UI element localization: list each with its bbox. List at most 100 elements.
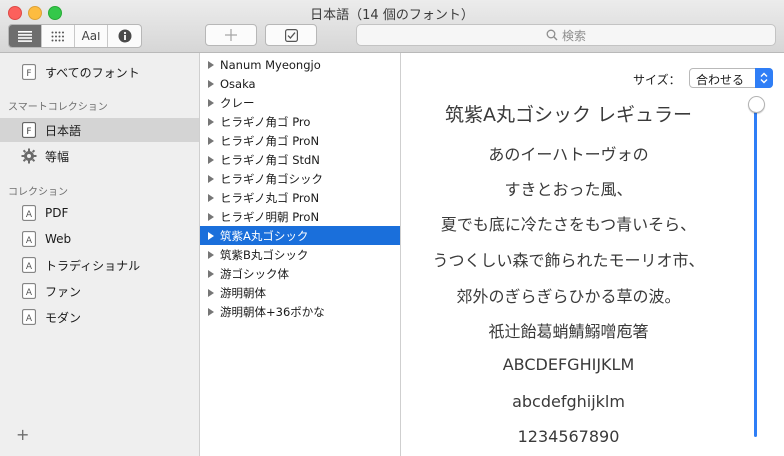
list-view-button[interactable] — [9, 25, 42, 47]
font-row[interactable]: 筑紫B丸ゴシック — [200, 245, 400, 264]
size-label: サイズ： — [633, 73, 681, 87]
preview-line: abcdefghijklm — [512, 392, 625, 411]
font-row-selected[interactable]: 筑紫A丸ゴシック — [200, 226, 400, 245]
disclosure-triangle-icon[interactable] — [208, 60, 214, 69]
sidebar-item-label: 日本語 — [45, 123, 82, 138]
search-field[interactable]: 検索 — [356, 24, 776, 46]
font-row[interactable]: 游明朝体 — [200, 283, 400, 302]
font-row[interactable]: Osaka — [200, 74, 400, 93]
preview-line: 夏でも底に冷たさをもつ青いそら、 — [440, 215, 697, 234]
font-name: 游明朝体+36ポかな — [220, 304, 325, 319]
font-row[interactable]: Nanum Myeongjo — [200, 55, 400, 74]
disclosure-triangle-icon[interactable] — [208, 136, 214, 145]
validate-font-button[interactable] — [265, 24, 317, 46]
disclosure-triangle-icon[interactable] — [208, 117, 214, 126]
disclosure-triangle-icon[interactable] — [208, 288, 214, 297]
disclosure-triangle-icon[interactable] — [208, 193, 214, 202]
font-name: 筑紫A丸ゴシック — [220, 228, 309, 243]
font-name: ヒラギノ角ゴ StdN — [220, 152, 320, 167]
svg-text:A: A — [26, 314, 33, 324]
add-font-button[interactable] — [205, 24, 257, 46]
sidebar-item-label: 等幅 — [45, 149, 70, 164]
font-row[interactable]: ヒラギノ角ゴシック — [200, 169, 400, 188]
gear-icon — [21, 148, 37, 164]
sample-view-button[interactable]: AaI — [75, 25, 108, 47]
font-name: 游ゴシック体 — [220, 266, 289, 281]
sidebar-item-pdf[interactable]: A PDF — [0, 201, 199, 225]
info-view-button[interactable] — [108, 25, 141, 47]
font-book-window: 日本語（14 個のフォント） AaI 検索 F すべてのフォント スマートコレク… — [0, 0, 784, 456]
font-name: ヒラギノ角ゴ ProN — [220, 133, 320, 148]
preview-line: すきとおった風、 — [504, 180, 633, 199]
grid-view-button[interactable] — [42, 25, 75, 47]
font-name: Osaka — [220, 76, 256, 91]
font-row[interactable]: ヒラギノ角ゴ StdN — [200, 150, 400, 169]
font-row[interactable]: クレー — [200, 93, 400, 112]
preview-line: あのイーハトーヴォの — [488, 145, 649, 164]
sidebar-item-monospace[interactable]: 等幅 — [0, 144, 199, 168]
font-row[interactable]: ヒラギノ明朝 ProN — [200, 207, 400, 226]
font-row[interactable]: ヒラギノ角ゴ ProN — [200, 131, 400, 150]
a-collection-icon: A — [21, 309, 37, 325]
disclosure-triangle-icon[interactable] — [208, 155, 214, 164]
font-row[interactable]: 游ゴシック体 — [200, 264, 400, 283]
sidebar-item-web[interactable]: A Web — [0, 227, 199, 251]
font-row[interactable]: ヒラギノ丸ゴ ProN — [200, 188, 400, 207]
size-slider-knob[interactable] — [748, 96, 765, 113]
preview-line: 祇辻飴葛蛸鯖鰯噌庖箸 — [488, 322, 649, 341]
svg-text:A: A — [26, 288, 33, 298]
preview-title: 筑紫A丸ゴシック レギュラー — [444, 104, 693, 126]
svg-text:F: F — [26, 69, 31, 79]
size-popup-button[interactable]: 合わせる — [689, 68, 773, 88]
sidebar-item-label: ファン — [45, 284, 82, 299]
plus-icon — [225, 29, 237, 41]
preview-line: ABCDEFGHIJKLM — [502, 355, 635, 374]
info-icon — [118, 29, 131, 43]
disclosure-triangle-icon[interactable] — [208, 250, 214, 259]
sidebar-item-traditional[interactable]: A トラディショナル — [0, 253, 199, 277]
a-collection-icon: A — [21, 205, 37, 221]
sidebar-item-label: すべてのフォント — [45, 65, 140, 80]
font-name: Nanum Myeongjo — [220, 57, 321, 72]
a-collection-icon: A — [21, 283, 37, 299]
sidebar-item-label: PDF — [45, 206, 69, 220]
font-name: 游明朝体 — [220, 285, 266, 300]
search-placeholder: 検索 — [561, 28, 586, 43]
svg-text:A: A — [26, 236, 33, 246]
sidebar-item-modern[interactable]: A モダン — [0, 305, 199, 329]
grid-dots-icon — [51, 31, 64, 41]
list-lines-icon — [18, 30, 32, 42]
sidebar-item-japanese[interactable]: F 日本語 — [0, 118, 199, 142]
font-collection-icon: F — [21, 64, 37, 80]
size-value: 合わせる — [696, 73, 745, 87]
disclosure-triangle-icon[interactable] — [208, 212, 214, 221]
font-preview-pane: サイズ： 合わせる 筑紫A丸ゴシック レギュラー あのイーハトーヴォの すきとお… — [401, 53, 784, 456]
disclosure-triangle-icon[interactable] — [208, 98, 214, 107]
disclosure-triangle-icon[interactable] — [208, 79, 214, 88]
font-list: Nanum Myeongjo Osaka クレー ヒラギノ角ゴ Pro ヒラギノ… — [200, 53, 401, 456]
font-name: 筑紫B丸ゴシック — [220, 247, 309, 262]
font-name: ヒラギノ角ゴシック — [220, 171, 324, 186]
size-slider-track[interactable] — [754, 109, 757, 437]
font-row[interactable]: 游明朝体+36ポかな — [200, 302, 400, 321]
search-icon — [546, 29, 558, 41]
smart-collections-header: スマートコレクション — [8, 102, 108, 113]
svg-text:A: A — [26, 262, 33, 272]
disclosure-triangle-icon[interactable] — [208, 231, 214, 240]
disclosure-triangle-icon[interactable] — [208, 269, 214, 278]
font-sample-icon: AaI — [81, 29, 101, 43]
title-toolbar: 日本語（14 個のフォント） AaI 検索 — [0, 0, 784, 53]
checkbox-icon — [284, 28, 298, 42]
disclosure-triangle-icon[interactable] — [208, 174, 214, 183]
collections-header: コレクション — [8, 187, 68, 198]
sidebar-item-fun[interactable]: A ファン — [0, 279, 199, 303]
font-row[interactable]: ヒラギノ角ゴ Pro — [200, 112, 400, 131]
sidebar-item-all-fonts[interactable]: F すべてのフォント — [0, 60, 199, 84]
font-name: ヒラギノ角ゴ Pro — [220, 114, 311, 129]
chevron-updown-icon — [755, 68, 773, 88]
add-collection-button[interactable]: + — [16, 425, 29, 444]
sidebar-item-label: Web — [45, 232, 72, 246]
preview-line: 1234567890 — [517, 427, 620, 446]
disclosure-triangle-icon[interactable] — [208, 307, 214, 316]
f-collection-icon: F — [21, 122, 37, 138]
